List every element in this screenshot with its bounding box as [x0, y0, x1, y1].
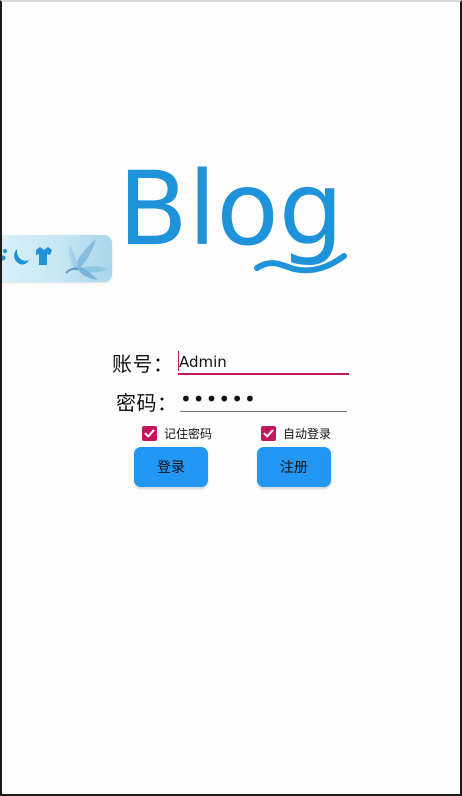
account-input[interactable]: [178, 350, 349, 375]
blog-logo: Blog: [118, 152, 358, 282]
dot-icon: [2, 255, 6, 261]
register-button[interactable]: 注册: [257, 447, 331, 487]
auto-login-label: 自动登录: [283, 427, 332, 441]
account-label: 账号：: [112, 352, 174, 376]
remember-password-label: 记住密码: [164, 427, 213, 441]
password-label: 密码：: [116, 391, 178, 415]
auto-login-checkbox[interactable]: [261, 426, 276, 441]
remember-password-option[interactable]: 记住密码: [142, 425, 212, 442]
checkmark-icon: [144, 429, 155, 438]
remember-password-checkbox[interactable]: [142, 426, 157, 441]
blog-logo-graphic: Blog: [118, 152, 347, 274]
moon-icon: [14, 249, 29, 265]
text-cursor: [178, 351, 179, 371]
blog-logo-text: Blog: [118, 152, 343, 269]
login-button[interactable]: 登录: [134, 447, 208, 487]
auto-login-option[interactable]: 自动登录: [261, 425, 331, 442]
dot-icon: [3, 249, 7, 253]
password-input[interactable]: [180, 387, 347, 412]
login-screen: Blog 账号： 密码： 记住密码: [0, 0, 462, 796]
checkmark-icon: [263, 429, 274, 438]
flower-icon: [65, 239, 108, 280]
shirt-icon: [36, 247, 52, 265]
floating-theme-tab[interactable]: [2, 235, 112, 282]
floating-tab-artwork: [2, 239, 108, 280]
